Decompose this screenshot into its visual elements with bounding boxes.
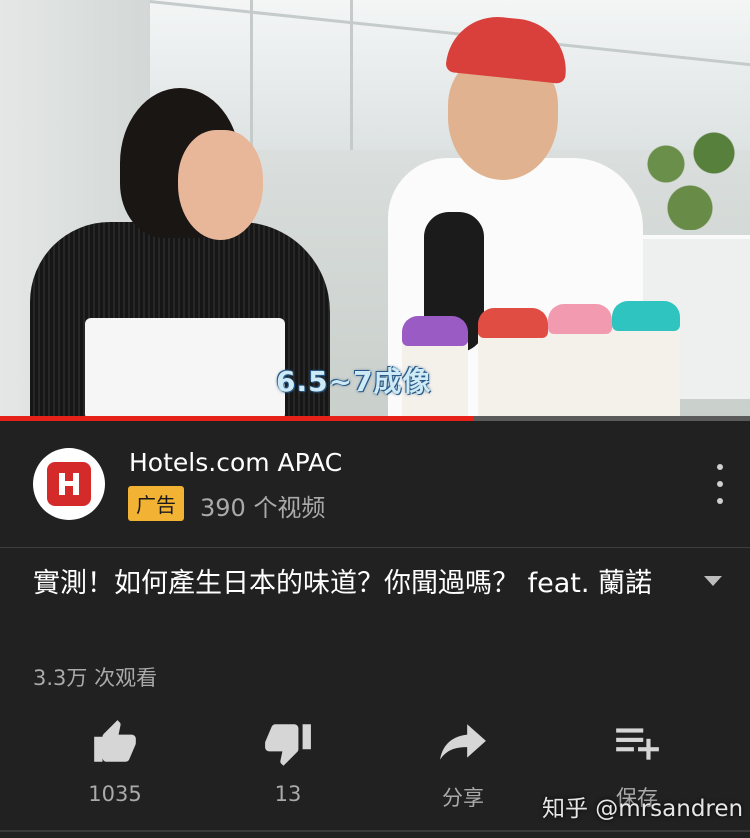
view-count: 3.3万 次观看 (33, 666, 158, 690)
watermark: 知乎 @mrsandren (542, 796, 744, 822)
like-count: 1035 (88, 782, 142, 806)
thumbs-up-icon (94, 720, 136, 762)
expand-description-icon[interactable] (704, 576, 722, 586)
more-options-icon[interactable] (708, 464, 732, 504)
channel-avatar[interactable] (33, 448, 105, 520)
roof-beam (350, 0, 353, 150)
divider (0, 547, 750, 548)
hotels-logo-icon (47, 462, 91, 506)
video-count: 390 个视频 (200, 494, 326, 522)
woman-face (178, 130, 263, 240)
fragrance-bottle-pink (548, 304, 612, 420)
ad-badge: 广告 (128, 486, 184, 521)
bottom-divider (0, 830, 750, 832)
channel-name[interactable]: Hotels.com APAC (129, 448, 342, 477)
video-subtitle: 6.5~7成像 (276, 365, 432, 398)
fragrance-bottle-teal (612, 301, 680, 420)
roof-beam (250, 0, 253, 150)
share-button[interactable]: 分享 (403, 718, 523, 812)
video-title[interactable]: 實測！如何產生日本的味道？你聞過嗎？ feat. 蘭諾 (33, 563, 693, 604)
like-button[interactable]: 1035 (55, 718, 175, 806)
share-label: 分享 (442, 786, 484, 810)
dislike-count: 13 (274, 782, 302, 806)
white-shopping-bag (85, 318, 285, 420)
hanging-plants (630, 120, 750, 230)
fragrance-bottle-red (478, 308, 548, 420)
dislike-button[interactable]: 13 (228, 718, 348, 806)
progress-played (0, 416, 473, 421)
video-player[interactable]: 6.5~7成像 (0, 0, 750, 420)
thumbs-down-icon (265, 724, 311, 766)
playlist-add-icon (616, 728, 659, 760)
share-icon (440, 724, 486, 760)
